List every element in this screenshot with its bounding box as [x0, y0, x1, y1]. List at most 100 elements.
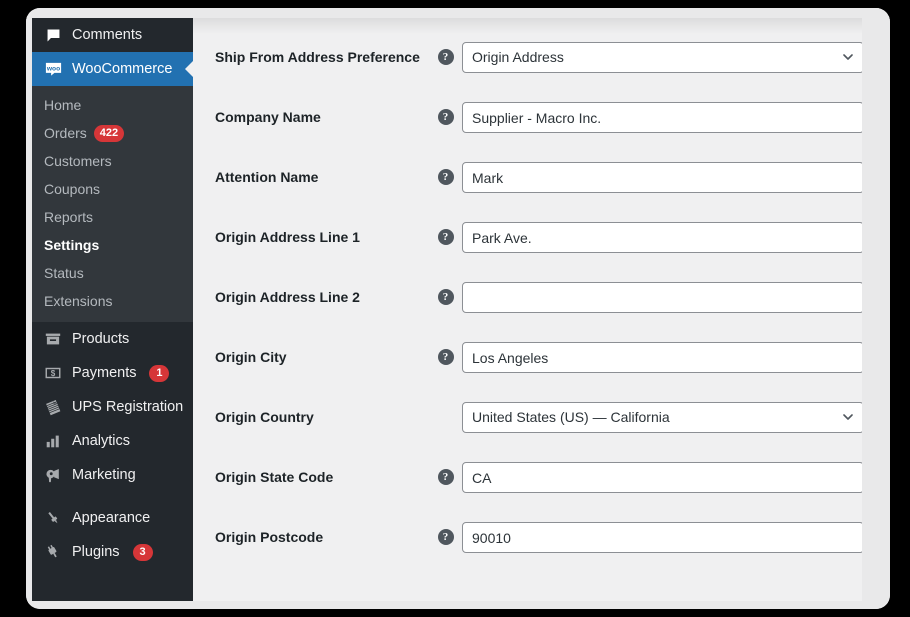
submenu-item-orders-badge: 422: [93, 124, 125, 142]
form-row-company-name: Company Name?: [193, 100, 862, 160]
ups-origin-settings-form: Ship From Address Preference? Origin Addr…: [193, 18, 862, 580]
sidebar-item-payments[interactable]: $ Payments 1: [32, 356, 193, 390]
woocommerce-icon: woo: [43, 59, 63, 79]
svg-text:$: $: [51, 369, 56, 378]
paintbrush-icon: [43, 508, 63, 528]
payments-dollar-icon: $: [43, 363, 63, 383]
help-cell-origin-address-line-2: ?: [429, 280, 462, 305]
form-row-origin-city: Origin City?: [193, 340, 862, 400]
label-origin-address-line-2: Origin Address Line 2: [215, 289, 360, 305]
sidebar-item-appearance[interactable]: Appearance: [32, 501, 193, 535]
help-cell-ship-from-address-preference: ?: [429, 40, 462, 65]
sidebar-item-comments[interactable]: Comments: [32, 18, 193, 52]
submenu-item-reports[interactable]: Reports: [32, 203, 193, 231]
submenu-item-home[interactable]: Home: [32, 91, 193, 119]
browser-window: Comments woo WooCommerce Home Orders 422 Custo…: [26, 8, 890, 609]
admin-sidebar: Comments woo WooCommerce Home Orders 422 Custo…: [32, 18, 193, 601]
help-icon-origin-state-code[interactable]: ?: [437, 469, 454, 485]
window-bottom-gutter: [26, 601, 890, 609]
input-origin-state-code[interactable]: [462, 462, 862, 493]
help-icon-attention-name[interactable]: ?: [437, 169, 454, 185]
sidebar-item-ups-registration-label: UPS Registration: [72, 398, 184, 415]
submenu-item-extensions-label: Extensions: [44, 293, 113, 309]
select-wrap-ship-from-address-preference: Origin Address: [462, 42, 862, 73]
sidebar-item-products[interactable]: Products: [32, 322, 193, 356]
help-icon-ship-from-address-preference[interactable]: ?: [437, 49, 454, 65]
form-row-origin-postcode: Origin Postcode?: [193, 520, 862, 580]
submenu-item-settings[interactable]: Settings: [32, 231, 193, 259]
select-wrap-origin-country: United States (US) — California: [462, 402, 862, 433]
megaphone-icon: [43, 465, 63, 485]
help-icon-origin-address-line-2[interactable]: ?: [437, 289, 454, 305]
label-attention-name: Attention Name: [215, 169, 319, 185]
submenu-item-status[interactable]: Status: [32, 259, 193, 287]
current-menu-arrow: [185, 60, 193, 78]
label-origin-postcode: Origin Postcode: [215, 529, 324, 545]
ups-package-icon: [43, 397, 63, 417]
form-row-origin-address-line-2: Origin Address Line 2?: [193, 280, 862, 340]
input-origin-city[interactable]: [462, 342, 862, 373]
label-company-name: Company Name: [215, 109, 321, 125]
analytics-bars-icon: [43, 431, 63, 451]
help-cell-company-name: ?: [429, 100, 462, 125]
submenu-item-status-label: Status: [44, 265, 84, 281]
submenu-item-settings-label: Settings: [44, 237, 100, 253]
sidebar-item-analytics-label: Analytics: [72, 432, 131, 449]
submenu-item-extensions[interactable]: Extensions: [32, 287, 193, 315]
input-origin-address-line-1[interactable]: [462, 222, 862, 253]
label-origin-address-line-1: Origin Address Line 1: [215, 229, 360, 245]
help-cell-origin-address-line-1: ?: [429, 220, 462, 245]
label-origin-country: Origin Country: [215, 409, 314, 425]
comment-icon: [43, 25, 63, 45]
help-icon-origin-city[interactable]: ?: [437, 349, 454, 365]
form-row-attention-name: Attention Name?: [193, 160, 862, 220]
label-ship-from-address-preference: Ship From Address Preference: [215, 49, 420, 65]
sidebar-item-comments-label: Comments: [72, 26, 143, 43]
help-icon-origin-address-line-1[interactable]: ?: [437, 229, 454, 245]
submenu-item-orders[interactable]: Orders 422: [32, 119, 193, 147]
sidebar-item-plugins[interactable]: Plugins 3: [32, 535, 193, 569]
submenu-item-coupons-label: Coupons: [44, 181, 101, 197]
sidebar-item-marketing[interactable]: Marketing: [32, 458, 193, 492]
submenu-item-orders-label: Orders: [44, 125, 87, 141]
help-icon-origin-postcode[interactable]: ?: [437, 529, 454, 545]
svg-text:woo: woo: [45, 65, 59, 72]
input-origin-postcode[interactable]: [462, 522, 862, 553]
input-origin-address-line-2[interactable]: [462, 282, 862, 313]
products-box-icon: [43, 329, 63, 349]
label-origin-state-code: Origin State Code: [215, 469, 334, 485]
select-origin-country[interactable]: United States (US) — California: [462, 402, 862, 433]
input-attention-name[interactable]: [462, 162, 862, 193]
help-icon-company-name[interactable]: ?: [437, 109, 454, 125]
submenu-item-customers-label: Customers: [44, 153, 112, 169]
help-cell-origin-postcode: ?: [429, 520, 462, 545]
form-row-origin-address-line-1: Origin Address Line 1?: [193, 220, 862, 280]
submenu-item-customers[interactable]: Customers: [32, 147, 193, 175]
settings-content: Ship From Address Preference? Origin Addr…: [193, 18, 862, 601]
sidebar-item-appearance-label: Appearance: [72, 509, 151, 526]
form-row-origin-country: Origin Country United States (US) — Calif…: [193, 400, 862, 460]
screen: Comments woo WooCommerce Home Orders 422 Custo…: [0, 0, 910, 617]
sidebar-item-woocommerce-label: WooCommerce: [72, 60, 173, 77]
submenu-item-coupons[interactable]: Coupons: [32, 175, 193, 203]
select-ship-from-address-preference[interactable]: Origin Address: [462, 42, 862, 73]
help-cell-origin-country: [429, 400, 462, 409]
sidebar-item-plugins-label: Plugins: [72, 543, 120, 560]
label-origin-city: Origin City: [215, 349, 287, 365]
window-top-gutter: [26, 8, 890, 18]
sidebar-item-products-label: Products: [72, 330, 130, 347]
submenu-item-reports-label: Reports: [44, 209, 94, 225]
help-cell-origin-city: ?: [429, 340, 462, 365]
sidebar-item-plugins-badge: 3: [132, 543, 153, 561]
form-row-origin-state-code: Origin State Code?: [193, 460, 862, 520]
sidebar-item-payments-label: Payments: [72, 364, 137, 381]
sidebar-item-woocommerce[interactable]: woo WooCommerce: [32, 52, 193, 86]
sidebar-item-ups-registration[interactable]: UPS Registration: [32, 390, 193, 424]
help-cell-origin-state-code: ?: [429, 460, 462, 485]
plug-icon: [43, 542, 63, 562]
sidebar-item-analytics[interactable]: Analytics: [32, 424, 193, 458]
page-scrollbar-track[interactable]: [862, 8, 890, 609]
input-company-name[interactable]: [462, 102, 862, 133]
sidebar-item-marketing-label: Marketing: [72, 466, 136, 483]
help-cell-attention-name: ?: [429, 160, 462, 185]
